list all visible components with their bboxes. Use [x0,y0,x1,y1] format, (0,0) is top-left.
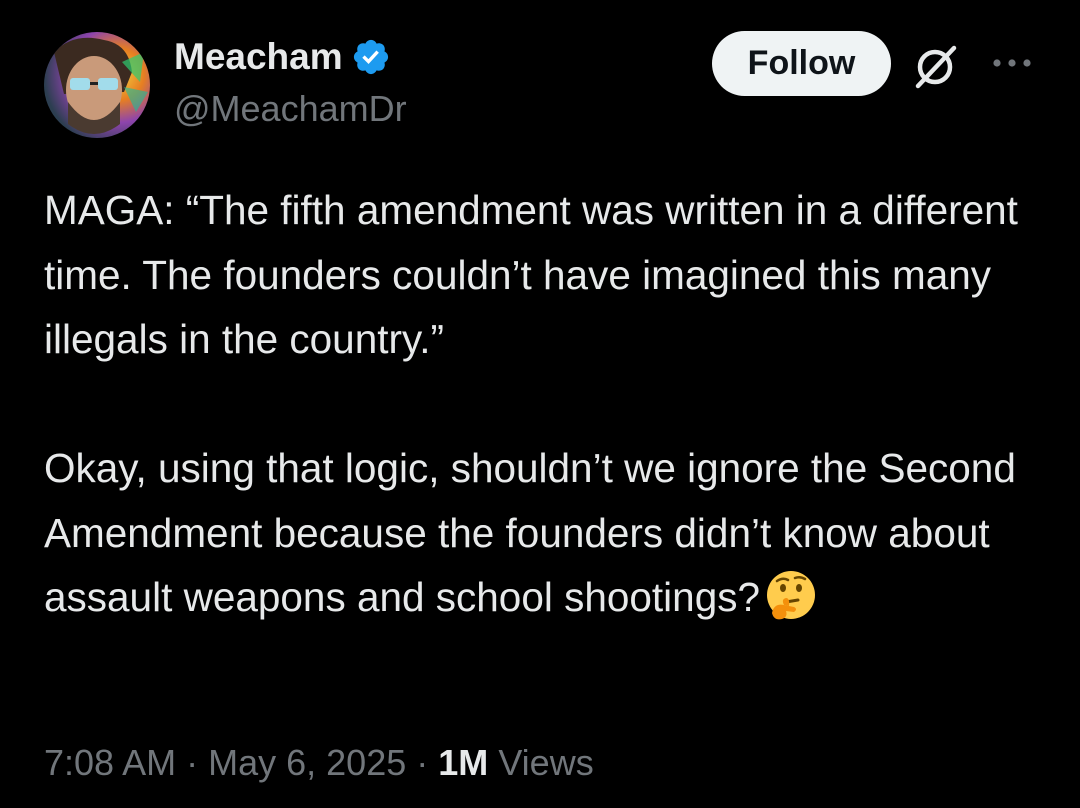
tweet-time[interactable]: 7:08 AM [44,742,176,783]
verified-badge-icon[interactable] [351,37,391,77]
avatar[interactable] [44,32,150,138]
tweet-paragraph-text: Okay, using that logic, shouldn’t we ign… [44,445,1016,620]
author-display-name[interactable]: Meacham [174,34,343,80]
meta-separator: · [186,742,199,783]
tweet-paragraph-with-emoji: Okay, using that logic, shouldn’t we ign… [44,436,1044,630]
tweet-text: MAGA: “The fifth amendment was written i… [44,178,1044,630]
more-icon[interactable] [990,50,1034,76]
person-avatar-icon [44,32,150,138]
follow-button[interactable]: Follow [712,31,891,96]
tweet-date[interactable]: May 6, 2025 [208,742,406,783]
views-label[interactable]: Views [498,742,593,783]
tweet-paragraph: MAGA: “The fifth amendment was written i… [44,187,1018,362]
thinking-face-emoji-icon [767,571,815,620]
author-display-name-row[interactable]: Meacham [174,34,391,80]
tweet-meta: 7:08 AM · May 6, 2025 · 1M Views [44,736,594,790]
views-count[interactable]: 1M [438,742,488,783]
grok-icon[interactable] [910,42,960,92]
author-handle[interactable]: @MeachamDr [174,86,407,132]
meta-separator: · [416,742,429,783]
